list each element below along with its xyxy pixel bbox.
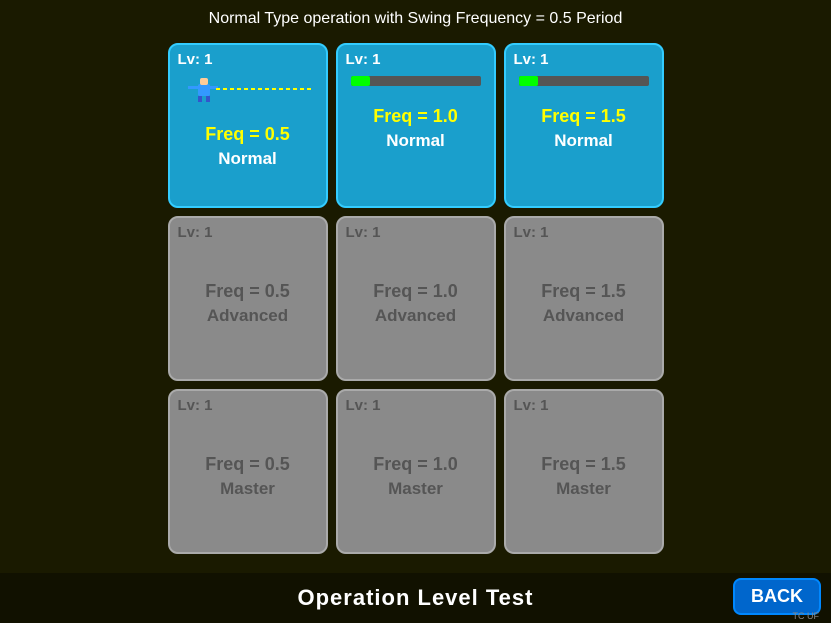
card-mode-3: Advanced	[207, 306, 288, 326]
card-freq-3: Freq = 0.5	[205, 281, 290, 302]
card-freq-6: Freq = 0.5	[205, 454, 290, 475]
card-master-freq0[interactable]: Lv: 1 Freq = 0.5 Master	[168, 389, 328, 554]
progress-bar-2	[519, 76, 539, 86]
card-freq-2: Freq = 1.5	[541, 106, 626, 127]
back-button[interactable]: BACK	[733, 578, 821, 615]
card-level-7: Lv: 1	[346, 397, 381, 414]
card-mode-0: Normal	[218, 149, 277, 169]
card-freq-5: Freq = 1.5	[541, 281, 626, 302]
card-freq-4: Freq = 1.0	[373, 281, 458, 302]
top-title: Normal Type operation with Swing Frequen…	[209, 10, 623, 28]
card-mode-5: Advanced	[543, 306, 624, 326]
card-level-5: Lv: 1	[514, 224, 549, 241]
card-advanced-freq1[interactable]: Lv: 1 Freq = 1.0 Advanced	[336, 216, 496, 381]
bottom-title: Operation Level Test	[298, 585, 534, 611]
card-level-3: Lv: 1	[178, 224, 213, 241]
card-level-8: Lv: 1	[514, 397, 549, 414]
tc-uf-label: TC UF	[793, 611, 820, 621]
card-freq-7: Freq = 1.0	[373, 454, 458, 475]
card-level-2: Lv: 1	[514, 51, 549, 68]
card-level-4: Lv: 1	[346, 224, 381, 241]
card-level-1: Lv: 1	[346, 51, 381, 68]
char-icon	[178, 76, 318, 106]
card-normal-freq2[interactable]: Lv: 1 Freq = 1.5 Normal	[504, 43, 664, 208]
card-normal-freq1[interactable]: Lv: 1 Freq = 1.0 Normal	[336, 43, 496, 208]
card-mode-6: Master	[220, 479, 275, 499]
card-mode-1: Normal	[386, 131, 445, 151]
card-mode-8: Master	[556, 479, 611, 499]
card-freq-0: Freq = 0.5	[205, 124, 290, 145]
card-master-freq2[interactable]: Lv: 1 Freq = 1.5 Master	[504, 389, 664, 554]
progress-bar-1	[351, 76, 371, 86]
card-level-6: Lv: 1	[178, 397, 213, 414]
bottom-bar: Operation Level Test	[0, 573, 831, 623]
card-advanced-freq0[interactable]: Lv: 1 Freq = 0.5 Advanced	[168, 216, 328, 381]
card-mode-4: Advanced	[375, 306, 456, 326]
card-mode-7: Master	[388, 479, 443, 499]
card-normal-freq0[interactable]: Lv: 1	[168, 43, 328, 208]
progress-bar-container-1	[351, 76, 481, 86]
card-mode-2: Normal	[554, 131, 613, 151]
progress-bar-container-2	[519, 76, 649, 86]
level-grid: Lv: 1	[168, 43, 664, 554]
card-freq-8: Freq = 1.5	[541, 454, 626, 475]
card-level-0: Lv: 1	[178, 51, 213, 68]
card-master-freq1[interactable]: Lv: 1 Freq = 1.0 Master	[336, 389, 496, 554]
card-freq-1: Freq = 1.0	[373, 106, 458, 127]
card-advanced-freq2[interactable]: Lv: 1 Freq = 1.5 Advanced	[504, 216, 664, 381]
